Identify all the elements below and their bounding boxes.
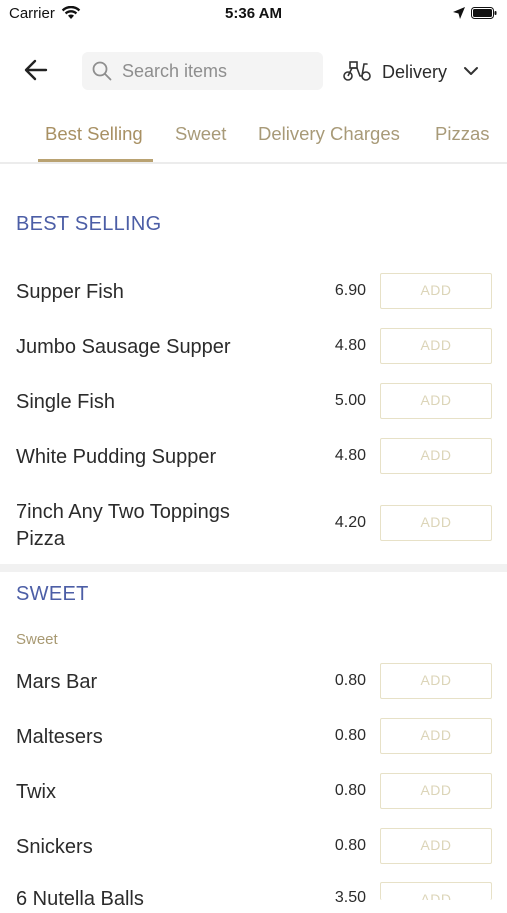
item-price: 5.00 <box>334 392 366 409</box>
section-divider <box>0 564 507 572</box>
item-name: Maltesers <box>16 726 103 748</box>
add-button[interactable]: ADD <box>380 328 492 364</box>
location-arrow-icon <box>453 7 465 19</box>
add-button[interactable]: ADD <box>380 828 492 864</box>
add-button[interactable]: ADD <box>380 273 492 309</box>
item-price: 6.90 <box>334 282 366 299</box>
tab-pizzas[interactable]: Pizzas <box>435 123 490 145</box>
add-button[interactable]: ADD <box>380 882 492 900</box>
add-button[interactable]: ADD <box>380 663 492 699</box>
battery-icon <box>471 7 497 19</box>
item-price: 0.80 <box>334 672 366 689</box>
active-tab-indicator <box>38 159 153 162</box>
item-name: Single Fish <box>16 391 115 413</box>
tab-sweet[interactable]: Sweet <box>175 123 226 145</box>
search-icon <box>92 61 112 81</box>
back-arrow-icon[interactable] <box>20 54 52 86</box>
clock: 5:36 AM <box>225 5 282 22</box>
item-name: Snickers <box>16 836 93 858</box>
item-name: Jumbo Sausage Supper <box>16 336 231 358</box>
add-button[interactable]: ADD <box>380 505 492 541</box>
item-price: 4.80 <box>334 447 366 464</box>
subcategory-label: Sweet <box>16 631 58 648</box>
item-name: White Pudding Supper <box>16 446 217 468</box>
scooter-icon <box>343 61 371 81</box>
item-name: Supper Fish <box>16 281 124 303</box>
search-placeholder: Search items <box>122 61 228 81</box>
tab-delivery-charges[interactable]: Delivery Charges <box>258 123 400 145</box>
add-button[interactable]: ADD <box>380 718 492 754</box>
item-price: 0.80 <box>334 782 366 799</box>
status-bar: Carrier 5:36 AM <box>0 0 507 28</box>
section-title-sweet: SWEET <box>16 583 89 605</box>
item-name: Mars Bar <box>16 671 98 693</box>
item-price: 0.80 <box>334 837 366 854</box>
add-button[interactable]: ADD <box>380 438 492 474</box>
delivery-label: Delivery <box>382 62 448 82</box>
item-price: 0.80 <box>334 727 366 744</box>
item-name: 7inch Any Two Toppings Pizza <box>16 501 230 550</box>
delivery-mode-select[interactable]: Delivery <box>342 54 492 88</box>
tab-best-selling[interactable]: Best Selling <box>45 123 143 145</box>
category-tabs: Best Selling Sweet Delivery Charges Pizz… <box>0 108 507 164</box>
top-bar: Search items Delivery <box>0 46 507 96</box>
add-button[interactable]: ADD <box>380 383 492 419</box>
item-price: 4.80 <box>334 337 366 354</box>
section-title-best-selling: BEST SELLING <box>16 213 162 235</box>
chevron-down-icon <box>464 67 478 75</box>
search-input[interactable]: Search items <box>82 52 323 90</box>
item-name: Twix <box>16 781 56 803</box>
item-price: 4.20 <box>334 514 366 531</box>
item-price: 3.50 <box>334 889 366 906</box>
add-button[interactable]: ADD <box>380 773 492 809</box>
